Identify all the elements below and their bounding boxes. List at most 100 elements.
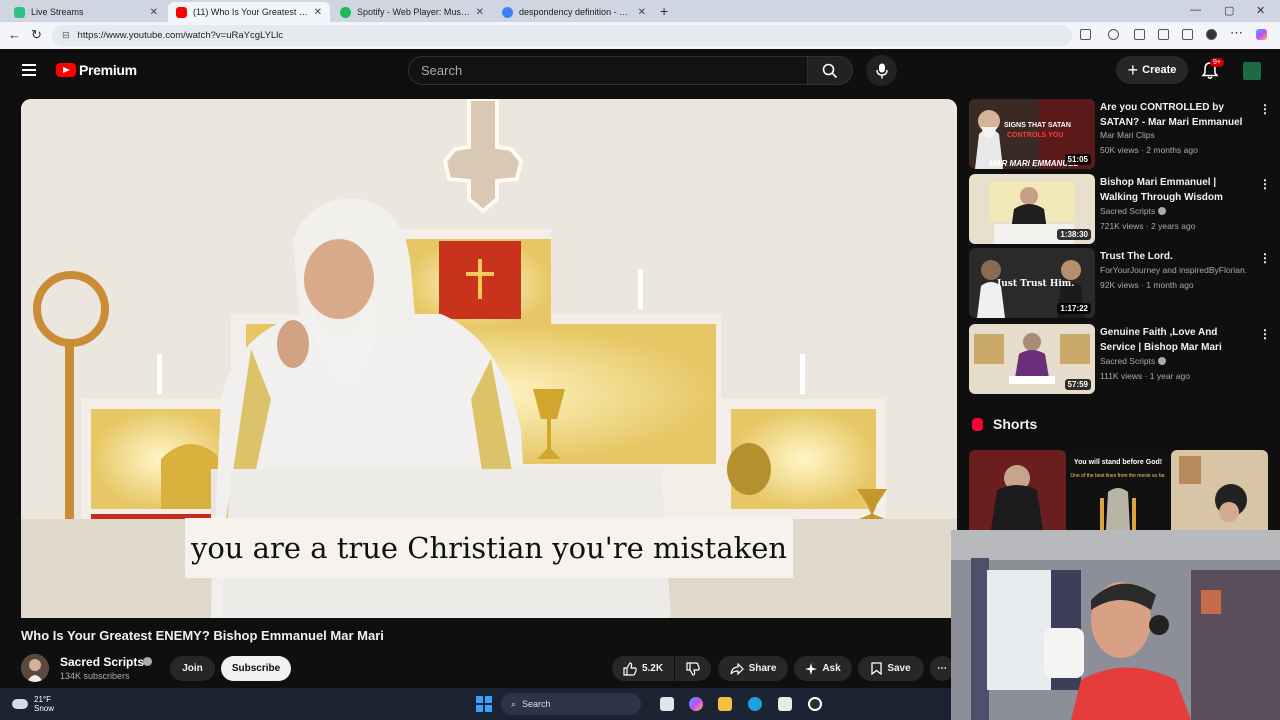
save-label: Save	[887, 663, 911, 674]
recommendation-meta: 92K views · 1 month ago	[1100, 280, 1194, 290]
recommendation-thumbnail[interactable]: Just Trust Him. 1:17:22	[969, 248, 1095, 318]
close-icon[interactable]: ✕	[314, 7, 322, 18]
recommendation-item[interactable]: 1:38:30 Bishop Mari Emmanuel | Walking T…	[969, 174, 1271, 244]
more-vertical-icon[interactable]: ⋮	[1259, 177, 1271, 191]
like-button[interactable]: 5.2K	[612, 656, 674, 681]
weather-widget[interactable]: 21°F Snow	[12, 695, 54, 713]
short-item[interactable]	[1171, 450, 1268, 530]
window-close-icon[interactable]: ✕	[1256, 4, 1265, 17]
extension-icon[interactable]	[1080, 29, 1091, 40]
copilot-icon[interactable]	[1256, 29, 1267, 40]
close-icon[interactable]: ✕	[150, 7, 158, 18]
edge-browser-icon[interactable]	[748, 697, 762, 711]
minimize-icon[interactable]: —	[1190, 4, 1201, 16]
site-info-icon[interactable]: ⊟	[62, 30, 70, 41]
recommendation-item[interactable]: 57:59 Genuine Faith ,Love And Service | …	[969, 324, 1271, 394]
back-arrow-icon[interactable]: ←	[8, 27, 21, 42]
taskbar-search[interactable]: ⌕ Search	[501, 693, 641, 715]
subscribe-label: Subscribe	[231, 663, 281, 674]
create-button[interactable]: + Create	[1116, 56, 1188, 84]
recommendation-thumbnail[interactable]: 1:38:30	[969, 174, 1095, 244]
search-input[interactable]: Search	[408, 56, 808, 85]
thumbs-up-icon	[623, 661, 637, 676]
more-vertical-icon[interactable]: ⋮	[1259, 102, 1271, 116]
profile-icon[interactable]	[1108, 29, 1119, 40]
tab-youtube[interactable]: (11) Who Is Your Greatest EN ✕	[168, 2, 330, 22]
caption-text: you are a true Christian you're mistaken	[190, 531, 788, 565]
recommendation-channel[interactable]: ForYourJourney and inspiredByFlorian.	[1100, 265, 1260, 275]
obs-icon[interactable]	[808, 697, 822, 711]
windows-start-icon[interactable]	[476, 696, 492, 712]
ask-label: Ask	[822, 663, 841, 674]
collections-icon[interactable]	[1182, 29, 1193, 40]
youtube-logo[interactable]: Premium	[56, 62, 137, 78]
search-icon: ⌕	[511, 698, 517, 709]
recommendation-item[interactable]: SIGNS THAT SATAN CONTROLS YOU MAR MARI E…	[969, 99, 1271, 169]
short-item[interactable]: You will stand before God! One of the be…	[1070, 450, 1167, 530]
short-item[interactable]	[969, 450, 1066, 530]
recommendation-title[interactable]: Bishop Mari Emmanuel | Walking Through W…	[1100, 175, 1250, 205]
verified-badge-icon	[143, 657, 152, 666]
youtube-header: Premium Search + Create 9+	[0, 50, 1280, 92]
recommendation-title[interactable]: Trust The Lord.	[1100, 249, 1250, 264]
more-vertical-icon[interactable]: ⋮	[1259, 251, 1271, 265]
recommendation-thumbnail[interactable]: SIGNS THAT SATAN CONTROLS YOU MAR MARI E…	[969, 99, 1095, 169]
shorts-title: Shorts	[993, 416, 1038, 432]
tab-title: Spotify - Web Player: Music for e	[357, 7, 472, 17]
tab-spotify[interactable]: Spotify - Web Player: Music for e ✕	[332, 2, 492, 22]
browser-toolbar: ← ↻ ⊟ https://www.youtube.com/watch?v=uR…	[0, 22, 1280, 49]
join-button[interactable]: Join	[170, 656, 215, 681]
new-tab-icon[interactable]: +	[660, 3, 668, 19]
ask-button[interactable]: Ask	[794, 656, 852, 681]
downloads-icon[interactable]	[1158, 29, 1169, 40]
user-avatar[interactable]	[1243, 62, 1261, 80]
more-vertical-icon[interactable]: ⋮	[1259, 327, 1271, 341]
recommendation-channel-row[interactable]: Sacred Scripts	[1100, 356, 1167, 366]
youtube-play-icon	[56, 63, 76, 77]
channel-name[interactable]: Sacred Scripts	[60, 655, 144, 669]
like-count: 5.2K	[641, 663, 664, 674]
plus-icon: +	[1127, 59, 1139, 80]
more-menu-icon[interactable]: ⋯	[1230, 25, 1243, 41]
save-button[interactable]: Save	[858, 656, 924, 681]
spotify-favicon	[340, 6, 351, 18]
close-icon[interactable]: ✕	[476, 7, 484, 18]
recommendation-title[interactable]: Genuine Faith ,Love And Service | Bishop…	[1100, 325, 1250, 355]
recommendation-channel[interactable]: Sacred Scripts	[1100, 206, 1155, 216]
account-icon[interactable]	[1206, 29, 1217, 40]
recommendation-meta: 111K views · 1 year ago	[1100, 371, 1190, 381]
hamburger-menu-icon[interactable]	[22, 64, 36, 76]
close-icon[interactable]: ✕	[638, 7, 646, 18]
tab-live-streams[interactable]: Live Streams ✕	[6, 2, 166, 22]
tab-search[interactable]: despondency definition - Search ✕	[494, 2, 654, 22]
address-bar[interactable]: ⊟ https://www.youtube.com/watch?v=uRaYcg…	[52, 25, 1072, 46]
share-button[interactable]: Share	[718, 656, 788, 681]
recommendation-item[interactable]: Just Trust Him. 1:17:22 Trust The Lord. …	[969, 248, 1271, 318]
short-thumbnail: You will stand before God! One of the be…	[1070, 450, 1167, 530]
weather-condition: Snow	[34, 704, 55, 713]
recommendation-meta: 50K views · 2 months ago	[1100, 145, 1198, 155]
store-icon[interactable]	[778, 697, 792, 711]
reload-icon[interactable]: ↻	[31, 27, 42, 43]
favorites-icon[interactable]	[1134, 29, 1145, 40]
more-horizontal-icon: ⋯	[937, 663, 947, 674]
file-explorer-icon[interactable]	[718, 697, 732, 711]
recommendation-meta: 721K views · 2 years ago	[1100, 221, 1196, 231]
recommendation-channel[interactable]: Mar Mari Clips	[1100, 130, 1155, 140]
search-button[interactable]	[807, 56, 853, 85]
recommendation-title[interactable]: Are you CONTROLLED by SATAN? - Mar Mari …	[1100, 100, 1250, 130]
channel-avatar[interactable]	[21, 654, 49, 682]
recommendation-channel[interactable]: Sacred Scripts	[1100, 356, 1155, 366]
voice-search-button[interactable]	[866, 55, 897, 86]
subscribe-button[interactable]: Subscribe	[221, 656, 291, 681]
verified-badge-icon	[1158, 357, 1167, 365]
recommendation-thumbnail[interactable]: 57:59	[969, 324, 1095, 394]
dislike-button[interactable]	[675, 656, 711, 681]
taskbar-search-label: Search	[522, 699, 551, 709]
windows-taskbar: 21°F Snow ⌕ Search	[0, 688, 951, 720]
recommendation-channel-row[interactable]: Sacred Scripts	[1100, 206, 1167, 216]
video-player[interactable]: you are a true Christian you're mistaken	[21, 99, 957, 618]
copilot-taskbar-icon[interactable]	[689, 697, 703, 711]
task-view-icon[interactable]	[660, 697, 674, 711]
maximize-icon[interactable]: ▢	[1224, 4, 1234, 17]
